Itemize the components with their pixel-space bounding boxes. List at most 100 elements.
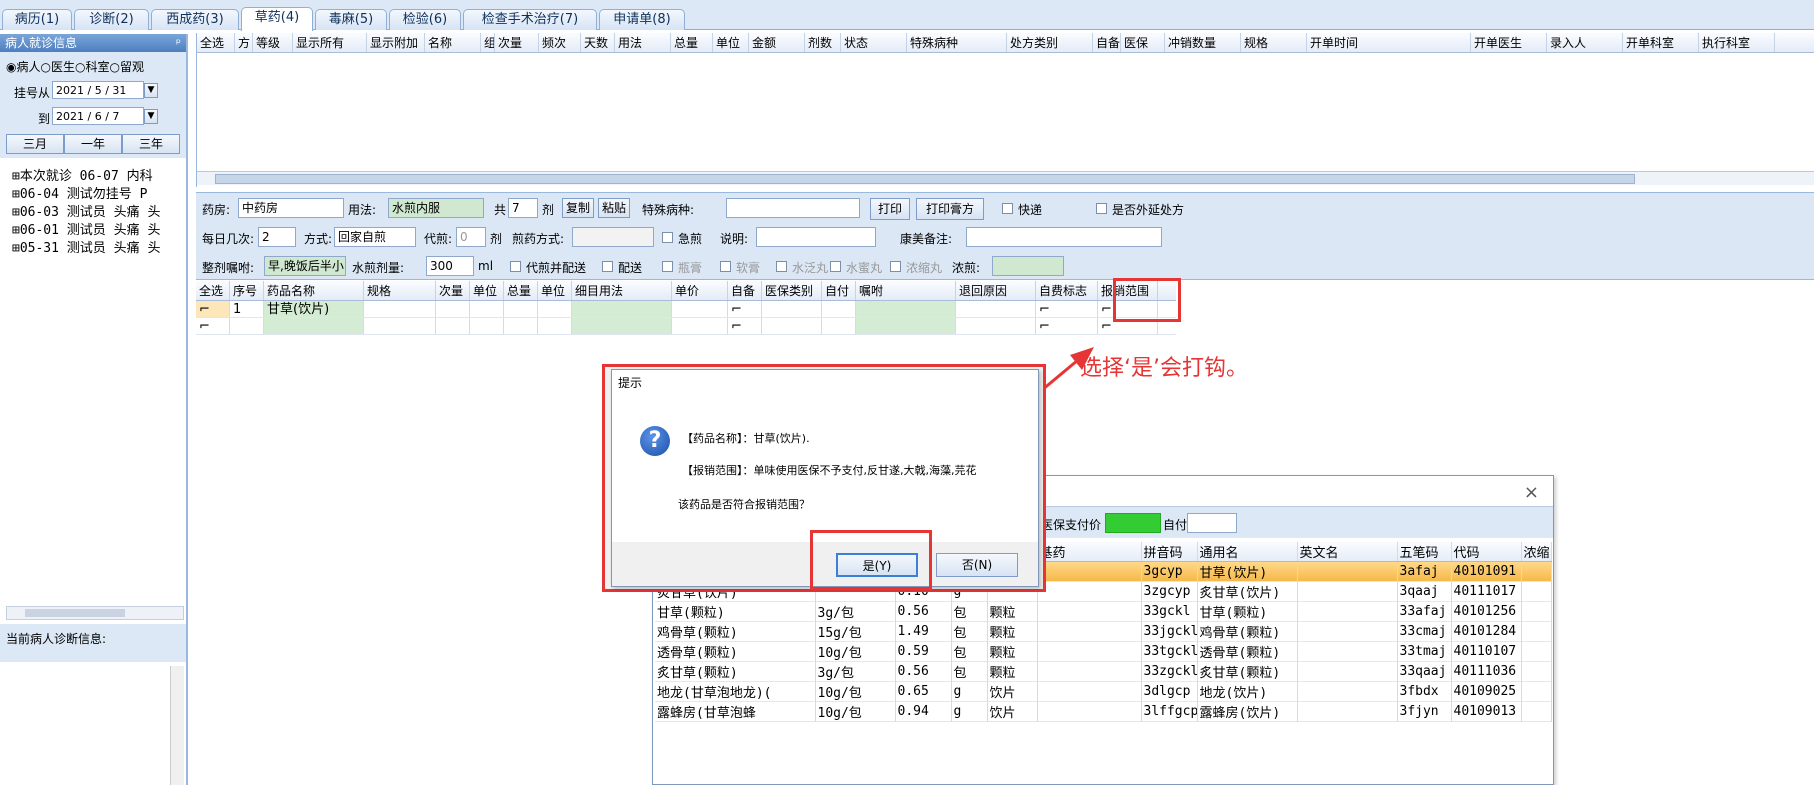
column-header[interactable]: 显示附加 <box>367 33 425 52</box>
column-header[interactable]: 次量 <box>436 281 470 300</box>
tree-item[interactable]: ⊞06-03 测试员 头痛 头 <box>12 204 184 222</box>
delivery-checkbox[interactable] <box>602 261 613 272</box>
tree-item[interactable]: ⊞06-01 测试员 头痛 头 <box>12 222 184 240</box>
column-header[interactable]: 五笔码 <box>1397 542 1452 562</box>
list-item[interactable]: 鸡骨草(颗粒) 15g/包 1.49 包颗粒 33jgckl 鸡骨草(颗粒) 33cmaj 4… <box>655 621 1552 642</box>
column-header[interactable]: 细目用法 <box>572 281 672 300</box>
tree-item[interactable]: ⊞06-04 测试勿挂号 P <box>12 186 184 204</box>
no-button[interactable]: 否(N) <box>936 553 1018 577</box>
column-header[interactable]: 开单医生 <box>1471 33 1547 52</box>
paste-button[interactable]: 粘贴 <box>598 198 630 218</box>
radio-observe[interactable]: ○ <box>110 60 120 74</box>
column-header[interactable]: 英文名 <box>1297 542 1398 562</box>
column-header[interactable]: 拼音码 <box>1141 542 1198 562</box>
column-header[interactable]: 金额 <box>749 33 805 52</box>
tab-herbal[interactable]: 草药(4) <box>241 7 313 31</box>
express-checkbox[interactable] <box>1002 203 1013 214</box>
column-header[interactable]: 组 <box>481 33 495 52</box>
column-header[interactable]: 天数 <box>581 33 615 52</box>
water-input[interactable]: 300 <box>426 256 474 276</box>
reg-from-date[interactable]: 2021 / 5 / 31 <box>52 81 144 99</box>
tab-history[interactable]: 病历(1) <box>2 9 72 30</box>
h-scrollbar[interactable] <box>197 171 1814 185</box>
diagnosis-scrollbar[interactable] <box>170 666 184 785</box>
column-header[interactable]: 自费标志 <box>1036 281 1098 300</box>
column-header[interactable]: 医保 <box>1121 33 1165 52</box>
list-item[interactable]: 透骨草(颗粒) 10g/包 0.59 包颗粒 33tgckl 透骨草(颗粒) 33tmaj 4… <box>655 641 1552 662</box>
table-row[interactable]: ⌐ ⌐ ⌐ ⌐ <box>196 318 1176 335</box>
column-header[interactable]: 全选 <box>196 281 230 300</box>
row-checkbox[interactable]: ⌐ <box>196 318 230 334</box>
note-select[interactable] <box>756 227 876 247</box>
column-header[interactable]: 全选 <box>197 33 235 52</box>
column-header[interactable]: 处方类别 <box>1007 33 1093 52</box>
range-3-years-button[interactable]: 三年 <box>122 134 180 154</box>
soft-checkbox[interactable] <box>720 261 731 272</box>
pin-icon[interactable]: ᵖ <box>176 34 181 52</box>
tab-lab[interactable]: 检验(6) <box>389 9 461 30</box>
list-item[interactable]: 炙甘草(颗粒) 3g/包 0.56 包颗粒 33zgckl 炙甘草(颗粒) 33qaaj 40… <box>655 661 1552 682</box>
urgent-checkbox[interactable] <box>662 232 673 243</box>
column-header[interactable]: 嘱咐 <box>856 281 956 300</box>
row-checkbox[interactable]: ⌐ <box>1036 301 1098 317</box>
column-header[interactable]: 总量 <box>671 33 713 52</box>
pill3-checkbox[interactable] <box>890 261 901 272</box>
column-header[interactable]: 总量 <box>504 281 538 300</box>
scroll-thumb[interactable] <box>215 174 1635 184</box>
delivery-check-checkbox[interactable] <box>510 261 521 272</box>
column-header[interactable]: 名称 <box>425 33 481 52</box>
range-3-months-button[interactable]: 三月 <box>6 134 64 154</box>
radio-doctor[interactable]: ○ <box>41 60 51 74</box>
row-checkbox[interactable]: ⌐ <box>1036 318 1098 334</box>
radio-dept[interactable]: ○ <box>75 60 85 74</box>
kangmei-note-input[interactable] <box>966 227 1162 247</box>
column-header[interactable]: 规格 <box>1241 33 1307 52</box>
tree-scrollbar[interactable] <box>6 606 184 620</box>
list-item[interactable]: 地龙(甘草泡地龙)(10g/包 0.65 g 饮片 3dlgcp 地龙(饮片) 3fbdx 4… <box>655 681 1552 702</box>
column-header[interactable]: 特殊病种 <box>907 33 1007 52</box>
column-header[interactable]: 录入人 <box>1547 33 1623 52</box>
radio-patient[interactable]: ◉ <box>6 60 16 74</box>
dose-count-stepper[interactable]: 7 <box>508 198 538 218</box>
paste-opt-checkbox[interactable] <box>662 261 673 272</box>
column-header[interactable]: 冲销数量 <box>1165 33 1241 52</box>
column-header[interactable]: 规格 <box>364 281 436 300</box>
list-item[interactable]: 甘草(颗粒) 3g/包 0.56 包颗粒 33gckl 甘草(颗粒) 33afaj 40101… <box>655 601 1552 622</box>
column-header[interactable]: 开单时间 <box>1307 33 1471 52</box>
daily-select[interactable]: 2 <box>258 227 296 247</box>
method-select[interactable]: 回家自煎 <box>334 227 416 247</box>
usage-field[interactable]: 水煎内服 <box>388 198 484 218</box>
reg-to-date[interactable]: 2021 / 6 / 7 <box>52 107 144 125</box>
decoct-method-select[interactable] <box>572 227 654 247</box>
column-header[interactable]: 频次 <box>539 33 581 52</box>
column-header[interactable]: 单位 <box>538 281 572 300</box>
column-header[interactable]: 方 <box>235 33 253 52</box>
tab-exam-surgery[interactable]: 检查手术治疗(7) <box>463 9 597 30</box>
conc-input[interactable] <box>992 256 1064 276</box>
tree-item[interactable]: ⊞本次就诊 06-07 内科 <box>12 168 184 186</box>
chevron-down-icon[interactable]: ▼ <box>144 109 158 124</box>
column-header[interactable]: 用法 <box>615 33 671 52</box>
column-header[interactable]: 显示所有 <box>293 33 367 52</box>
column-header[interactable]: 浓缩 <box>1521 542 1552 562</box>
column-header[interactable]: 状态 <box>841 33 907 52</box>
row-checkbox[interactable]: ⌐ <box>728 318 762 334</box>
pharmacy-select[interactable]: 中药房 <box>238 198 344 218</box>
decoct-stepper[interactable]: 0 <box>456 227 486 247</box>
tab-narcotics[interactable]: 毒麻(5) <box>315 9 387 30</box>
column-header[interactable]: 单位 <box>470 281 504 300</box>
range-1-year-button[interactable]: 一年 <box>64 134 122 154</box>
pill1-checkbox[interactable] <box>776 261 787 272</box>
column-header[interactable]: 序号 <box>230 281 264 300</box>
column-header[interactable]: 基药 <box>1037 542 1142 562</box>
column-header[interactable]: 剂数 <box>805 33 841 52</box>
column-header[interactable]: 等级 <box>253 33 293 52</box>
column-header[interactable]: 自备 <box>728 281 762 300</box>
close-icon[interactable]: × <box>1524 482 1539 503</box>
column-header[interactable]: 退回原因 <box>956 281 1036 300</box>
row-checkbox[interactable]: ⌐ <box>728 301 762 317</box>
column-header[interactable]: 单价 <box>672 281 728 300</box>
disease-select[interactable] <box>726 198 860 218</box>
table-row[interactable]: ⌐ 1 甘草(饮片) ⌐ ⌐ ⌐ <box>196 301 1176 318</box>
print-paste-button[interactable]: 打印膏方 <box>916 198 984 220</box>
